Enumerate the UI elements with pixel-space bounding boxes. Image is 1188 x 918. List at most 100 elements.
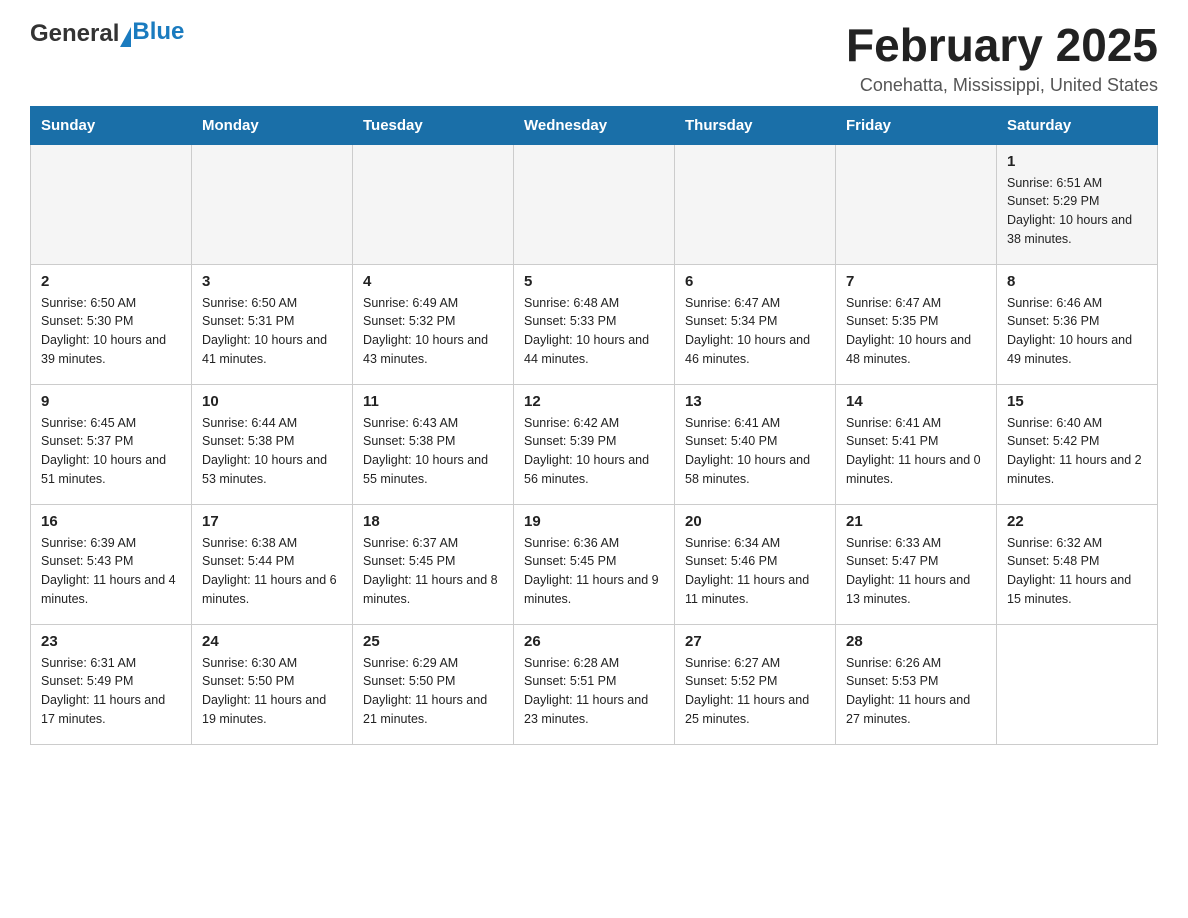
title-section: February 2025 Conehatta, Mississippi, Un… [846, 20, 1158, 96]
location-subtitle: Conehatta, Mississippi, United States [846, 75, 1158, 96]
calendar-cell: 9 Sunrise: 6:45 AMSunset: 5:37 PMDaylight… [31, 384, 192, 504]
day-number: 21 [846, 513, 986, 530]
day-number: 23 [41, 633, 181, 650]
day-number: 14 [846, 393, 986, 410]
day-info: Sunrise: 6:46 AMSunset: 5:36 PMDaylight:… [1007, 294, 1147, 369]
calendar-cell: 12 Sunrise: 6:42 AMSunset: 5:39 PMDayligh… [514, 384, 675, 504]
day-number: 25 [363, 633, 503, 650]
day-info: Sunrise: 6:29 AMSunset: 5:50 PMDaylight:… [363, 654, 503, 729]
header-monday: Monday [192, 106, 353, 144]
calendar-week-3: 9 Sunrise: 6:45 AMSunset: 5:37 PMDaylight… [31, 384, 1158, 504]
day-number: 10 [202, 393, 342, 410]
calendar-table: Sunday Monday Tuesday Wednesday Thursday… [30, 106, 1158, 745]
calendar-cell: 18Sunrise: 6:37 AMSunset: 5:45 PMDayligh… [353, 504, 514, 624]
day-number: 26 [524, 633, 664, 650]
calendar-cell: 22 Sunrise: 6:32 AMSunset: 5:48 PMDayligh… [997, 504, 1158, 624]
calendar-cell: 26 Sunrise: 6:28 AMSunset: 5:51 PMDayligh… [514, 624, 675, 744]
calendar-cell: 17Sunrise: 6:38 AMSunset: 5:44 PMDayligh… [192, 504, 353, 624]
logo-blue-text: Blue [132, 18, 184, 46]
day-info: Sunrise: 6:47 AMSunset: 5:35 PMDaylight:… [846, 294, 986, 369]
calendar-cell: 14 Sunrise: 6:41 AMSunset: 5:41 PMDayligh… [836, 384, 997, 504]
calendar-cell: 20Sunrise: 6:34 AMSunset: 5:46 PMDayligh… [675, 504, 836, 624]
calendar-cell: 3 Sunrise: 6:50 AMSunset: 5:31 PMDaylight… [192, 264, 353, 384]
header-wednesday: Wednesday [514, 106, 675, 144]
day-number: 9 [41, 393, 181, 410]
header-thursday: Thursday [675, 106, 836, 144]
calendar-cell: 2 Sunrise: 6:50 AMSunset: 5:30 PMDaylight… [31, 264, 192, 384]
header-friday: Friday [836, 106, 997, 144]
day-info: Sunrise: 6:34 AMSunset: 5:46 PMDaylight:… [685, 534, 825, 609]
day-info: Sunrise: 6:36 AMSunset: 5:45 PMDaylight:… [524, 534, 664, 609]
day-info: Sunrise: 6:27 AMSunset: 5:52 PMDaylight:… [685, 654, 825, 729]
calendar-cell [675, 144, 836, 264]
day-info: Sunrise: 6:30 AMSunset: 5:50 PMDaylight:… [202, 654, 342, 729]
day-info: Sunrise: 6:47 AMSunset: 5:34 PMDaylight:… [685, 294, 825, 369]
calendar-cell [353, 144, 514, 264]
calendar-cell: 6 Sunrise: 6:47 AMSunset: 5:34 PMDaylight… [675, 264, 836, 384]
calendar-cell: 1 Sunrise: 6:51 AMSunset: 5:29 PMDaylight… [997, 144, 1158, 264]
day-info: Sunrise: 6:39 AMSunset: 5:43 PMDaylight:… [41, 534, 181, 609]
calendar-week-4: 16 Sunrise: 6:39 AMSunset: 5:43 PMDayligh… [31, 504, 1158, 624]
day-number: 15 [1007, 393, 1147, 410]
calendar-cell: 25 Sunrise: 6:29 AMSunset: 5:50 PMDayligh… [353, 624, 514, 744]
day-info: Sunrise: 6:50 AMSunset: 5:30 PMDaylight:… [41, 294, 181, 369]
calendar-cell: 23 Sunrise: 6:31 AMSunset: 5:49 PMDayligh… [31, 624, 192, 744]
calendar-cell: 19 Sunrise: 6:36 AMSunset: 5:45 PMDayligh… [514, 504, 675, 624]
day-number: 24 [202, 633, 342, 650]
calendar-cell: 8 Sunrise: 6:46 AMSunset: 5:36 PMDaylight… [997, 264, 1158, 384]
day-info: Sunrise: 6:43 AMSunset: 5:38 PMDaylight:… [363, 414, 503, 489]
day-number: 7 [846, 273, 986, 290]
day-info: Sunrise: 6:41 AMSunset: 5:41 PMDaylight:… [846, 414, 986, 489]
day-number: 22 [1007, 513, 1147, 530]
day-number: 13 [685, 393, 825, 410]
calendar-cell: 28 Sunrise: 6:26 AMSunset: 5:53 PMDayligh… [836, 624, 997, 744]
calendar-cell [31, 144, 192, 264]
day-info: Sunrise: 6:31 AMSunset: 5:49 PMDaylight:… [41, 654, 181, 729]
day-number: 8 [1007, 273, 1147, 290]
page-header: General Blue February 2025 Conehatta, Mi… [30, 20, 1158, 96]
day-number: 27 [685, 633, 825, 650]
calendar-cell: 10 Sunrise: 6:44 AMSunset: 5:38 PMDayligh… [192, 384, 353, 504]
month-title: February 2025 [846, 20, 1158, 71]
day-number: 5 [524, 273, 664, 290]
day-info: Sunrise: 6:41 AMSunset: 5:40 PMDaylight:… [685, 414, 825, 489]
day-info: Sunrise: 6:42 AMSunset: 5:39 PMDaylight:… [524, 414, 664, 489]
logo-general-text: General [30, 20, 119, 48]
day-info: Sunrise: 6:33 AMSunset: 5:47 PMDaylight:… [846, 534, 986, 609]
day-info: Sunrise: 6:40 AMSunset: 5:42 PMDaylight:… [1007, 414, 1147, 489]
day-info: Sunrise: 6:26 AMSunset: 5:53 PMDaylight:… [846, 654, 986, 729]
day-number: 2 [41, 273, 181, 290]
calendar-cell: 27 Sunrise: 6:27 AMSunset: 5:52 PMDayligh… [675, 624, 836, 744]
day-info: Sunrise: 6:45 AMSunset: 5:37 PMDaylight:… [41, 414, 181, 489]
day-info: Sunrise: 6:49 AMSunset: 5:32 PMDaylight:… [363, 294, 503, 369]
day-number: 28 [846, 633, 986, 650]
logo: General Blue [30, 20, 184, 48]
calendar-cell: 11 Sunrise: 6:43 AMSunset: 5:38 PMDayligh… [353, 384, 514, 504]
calendar-week-5: 23 Sunrise: 6:31 AMSunset: 5:49 PMDayligh… [31, 624, 1158, 744]
header-saturday: Saturday [997, 106, 1158, 144]
day-info: Sunrise: 6:37 AMSunset: 5:45 PMDaylight:… [363, 534, 503, 609]
calendar-cell [192, 144, 353, 264]
day-number: 6 [685, 273, 825, 290]
day-info: Sunrise: 6:51 AMSunset: 5:29 PMDaylight:… [1007, 174, 1147, 249]
day-number: 16 [41, 513, 181, 530]
day-number: 4 [363, 273, 503, 290]
day-info: Sunrise: 6:28 AMSunset: 5:51 PMDaylight:… [524, 654, 664, 729]
day-number: 12 [524, 393, 664, 410]
day-info: Sunrise: 6:44 AMSunset: 5:38 PMDaylight:… [202, 414, 342, 489]
header-sunday: Sunday [31, 106, 192, 144]
calendar-week-2: 2 Sunrise: 6:50 AMSunset: 5:30 PMDaylight… [31, 264, 1158, 384]
calendar-week-1: 1 Sunrise: 6:51 AMSunset: 5:29 PMDaylight… [31, 144, 1158, 264]
calendar-cell: 21 Sunrise: 6:33 AMSunset: 5:47 PMDayligh… [836, 504, 997, 624]
day-number: 1 [1007, 153, 1147, 170]
calendar-cell: 16 Sunrise: 6:39 AMSunset: 5:43 PMDayligh… [31, 504, 192, 624]
day-number: 11 [363, 393, 503, 410]
day-number: 3 [202, 273, 342, 290]
day-number: 17 [202, 513, 342, 530]
day-info: Sunrise: 6:50 AMSunset: 5:31 PMDaylight:… [202, 294, 342, 369]
day-info: Sunrise: 6:32 AMSunset: 5:48 PMDaylight:… [1007, 534, 1147, 609]
day-number: 19 [524, 513, 664, 530]
day-info: Sunrise: 6:48 AMSunset: 5:33 PMDaylight:… [524, 294, 664, 369]
calendar-cell: 7 Sunrise: 6:47 AMSunset: 5:35 PMDaylight… [836, 264, 997, 384]
calendar-cell: 13 Sunrise: 6:41 AMSunset: 5:40 PMDayligh… [675, 384, 836, 504]
